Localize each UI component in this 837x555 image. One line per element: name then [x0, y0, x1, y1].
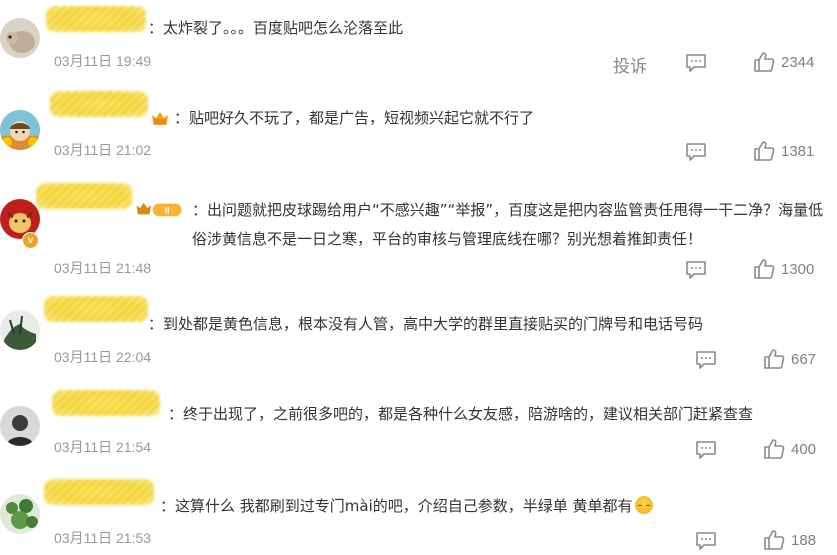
- comment-item: ：贴吧好久不玩了，都是广告，短视频兴起它就不行了 03月11日 21:02 13…: [0, 90, 837, 180]
- crying-laughing-emoji-icon: [634, 496, 653, 514]
- avatar[interactable]: [0, 310, 40, 350]
- comment-item: ：到处都是黄色信息，根本没有人管，高中大学的群里直接贴买的门牌号和电话号码 03…: [0, 290, 837, 380]
- like-count: 2344: [781, 54, 815, 71]
- comment-text: ：贴吧好久不玩了，都是广告，短视频兴起它就不行了: [174, 109, 535, 127]
- comment-date: 03月11日 22:04: [54, 349, 152, 365]
- thumbs-up-icon[interactable]: [763, 348, 785, 370]
- username-mask: [44, 296, 148, 322]
- like-count: 400: [791, 441, 817, 458]
- report-button[interactable]: 投诉: [613, 52, 647, 77]
- comment-date: 03月11日 21:53: [54, 530, 152, 546]
- avatar[interactable]: [0, 494, 40, 534]
- thumbs-up-icon[interactable]: [753, 140, 775, 162]
- comment-bubble-icon[interactable]: [695, 531, 717, 551]
- avatar[interactable]: [0, 110, 40, 150]
- vip-level-badge: II: [136, 202, 182, 217]
- thumbs-up-icon[interactable]: [753, 258, 775, 280]
- comment-bubble-icon[interactable]: [695, 440, 717, 460]
- comment-date: 03月11日 21:54: [54, 439, 152, 455]
- comment-text: ：终于出现了，之前很多吧的，都是各种什么女友感，陪游啥的，建议相关部门赶紧查查: [168, 405, 754, 423]
- comment-text: ：出问题就把皮球踢给用户“不感兴趣”“举报”，百度这是把内容监管责任甩得一干二净…: [192, 201, 824, 248]
- comment-bubble-icon[interactable]: [685, 53, 707, 73]
- comment-text: ：这算什么 我都刷到过专门mài的吧，介绍自己参数，半绿单 黄单都有: [160, 494, 829, 519]
- username-mask: [44, 479, 154, 505]
- verified-badge-icon: v: [22, 232, 39, 249]
- comment-item: ：太炸裂了。。。百度贴吧怎么沦落至此 03月11日 19:49 投诉 2344: [0, 0, 837, 90]
- username-mask: [50, 91, 148, 117]
- vip-level-text: II: [165, 206, 170, 216]
- comment-bubble-icon[interactable]: [695, 350, 717, 370]
- comment-date: 03月11日 21:02: [54, 142, 152, 158]
- comment-text: ：太炸裂了。。。百度贴吧怎么沦落至此: [148, 19, 404, 37]
- comment-text-content: ：这算什么 我都刷到过专门mài的吧，介绍自己参数，半绿单 黄单都有: [160, 497, 633, 515]
- thumbs-up-icon[interactable]: [753, 51, 775, 73]
- comment-bubble-icon[interactable]: [685, 260, 707, 280]
- comment-item: v II ：出问题就把皮球踢给用户“不感兴趣”“举报”，百度这是把内容监管责任甩…: [0, 180, 837, 290]
- username-mask: [46, 6, 146, 32]
- like-count: 667: [791, 351, 817, 368]
- thumbs-up-icon[interactable]: [763, 529, 785, 551]
- comment-bubble-icon[interactable]: [685, 142, 707, 162]
- comment-date: 03月11日 19:49: [54, 53, 152, 69]
- username-mask: [36, 183, 132, 209]
- comment-item: ：这算什么 我都刷到过专门mài的吧，介绍自己参数，半绿单 黄单都有 03月11…: [0, 475, 837, 555]
- like-count: 1300: [781, 261, 815, 278]
- avatar[interactable]: [0, 406, 40, 446]
- thumbs-up-icon[interactable]: [763, 438, 785, 460]
- comment-date: 03月11日 21:48: [54, 260, 152, 276]
- like-count: 1381: [781, 143, 815, 160]
- comment-item: ：终于出现了，之前很多吧的，都是各种什么女友感，陪游啥的，建议相关部门赶紧查查 …: [0, 380, 837, 475]
- avatar[interactable]: [0, 18, 40, 58]
- like-count: 188: [791, 532, 817, 549]
- comment-text: ：到处都是黄色信息，根本没有人管，高中大学的群里直接贴买的门牌号和电话号码: [148, 315, 704, 333]
- vip-badge-icon: [152, 112, 168, 125]
- username-mask: [52, 390, 160, 416]
